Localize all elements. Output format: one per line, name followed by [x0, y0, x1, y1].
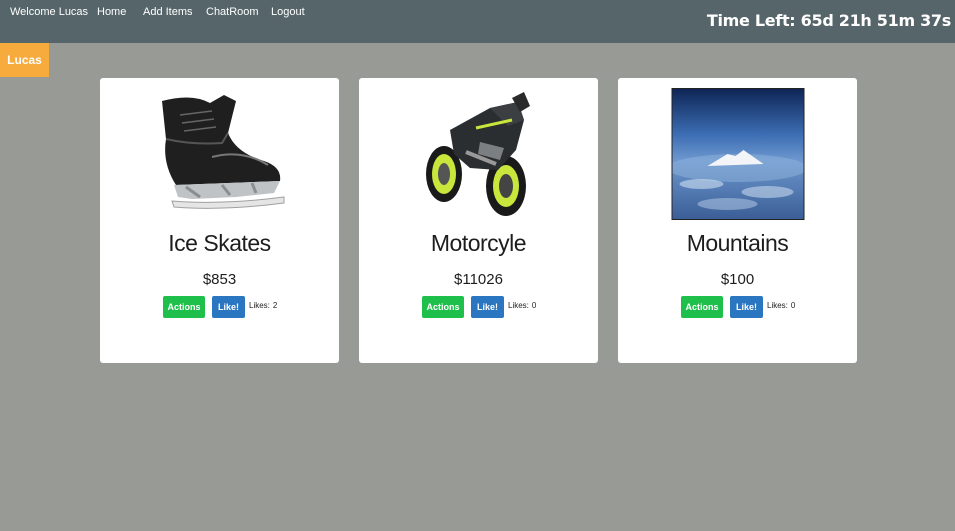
likes-text: Likes: [767, 300, 788, 310]
item-card: Motorcyle $11026 Actions Like! Likes: 0 [359, 78, 598, 363]
ice-skate-image [161, 95, 284, 209]
item-title: Motorcyle [430, 230, 527, 256]
top-navbar: Welcome Lucas Home Add Items ChatRoom Lo… [0, 0, 955, 43]
actions-button[interactable]: Actions [163, 296, 205, 318]
nav-welcome-link[interactable]: Welcome Lucas [10, 6, 88, 18]
auction-timer: Time Left: 65d 21h 51m 37s [706, 11, 951, 30]
nav-logout-link[interactable]: Logout [271, 6, 305, 18]
likes-count: 2 [272, 300, 278, 310]
item-price: $853 [202, 271, 237, 288]
likes-label: Likes: 0 [767, 301, 795, 310]
nav-add-items-link[interactable]: Add Items [143, 6, 193, 18]
like-button[interactable]: Like! [730, 296, 763, 318]
item-card: Ice Skates $853 Actions Like! Likes: 2 [100, 78, 339, 363]
likes-label: Likes: 2 [249, 301, 277, 310]
actions-button[interactable]: Actions [422, 296, 464, 318]
like-button[interactable]: Like! [471, 296, 504, 318]
item-title: Ice Skates [168, 230, 271, 256]
mountain-photo-image [671, 88, 804, 220]
item-card: Mountains $100 Actions Like! Likes: 0 [618, 78, 857, 363]
actions-button[interactable]: Actions [681, 296, 723, 318]
like-button[interactable]: Like! [212, 296, 245, 318]
item-title: Mountains [686, 230, 789, 256]
motorcycle-image [425, 92, 530, 216]
likes-text: Likes: [508, 300, 529, 310]
nav-home-link[interactable]: Home [97, 6, 126, 18]
likes-text: Likes: [249, 300, 270, 310]
likes-label: Likes: 0 [508, 301, 536, 310]
likes-count: 0 [790, 300, 796, 310]
likes-count: 0 [531, 300, 537, 310]
user-tab[interactable]: Lucas [0, 43, 49, 77]
item-price: $11026 [454, 271, 503, 288]
nav-chatroom-link[interactable]: ChatRoom [206, 6, 259, 18]
item-price: $100 [720, 271, 755, 288]
